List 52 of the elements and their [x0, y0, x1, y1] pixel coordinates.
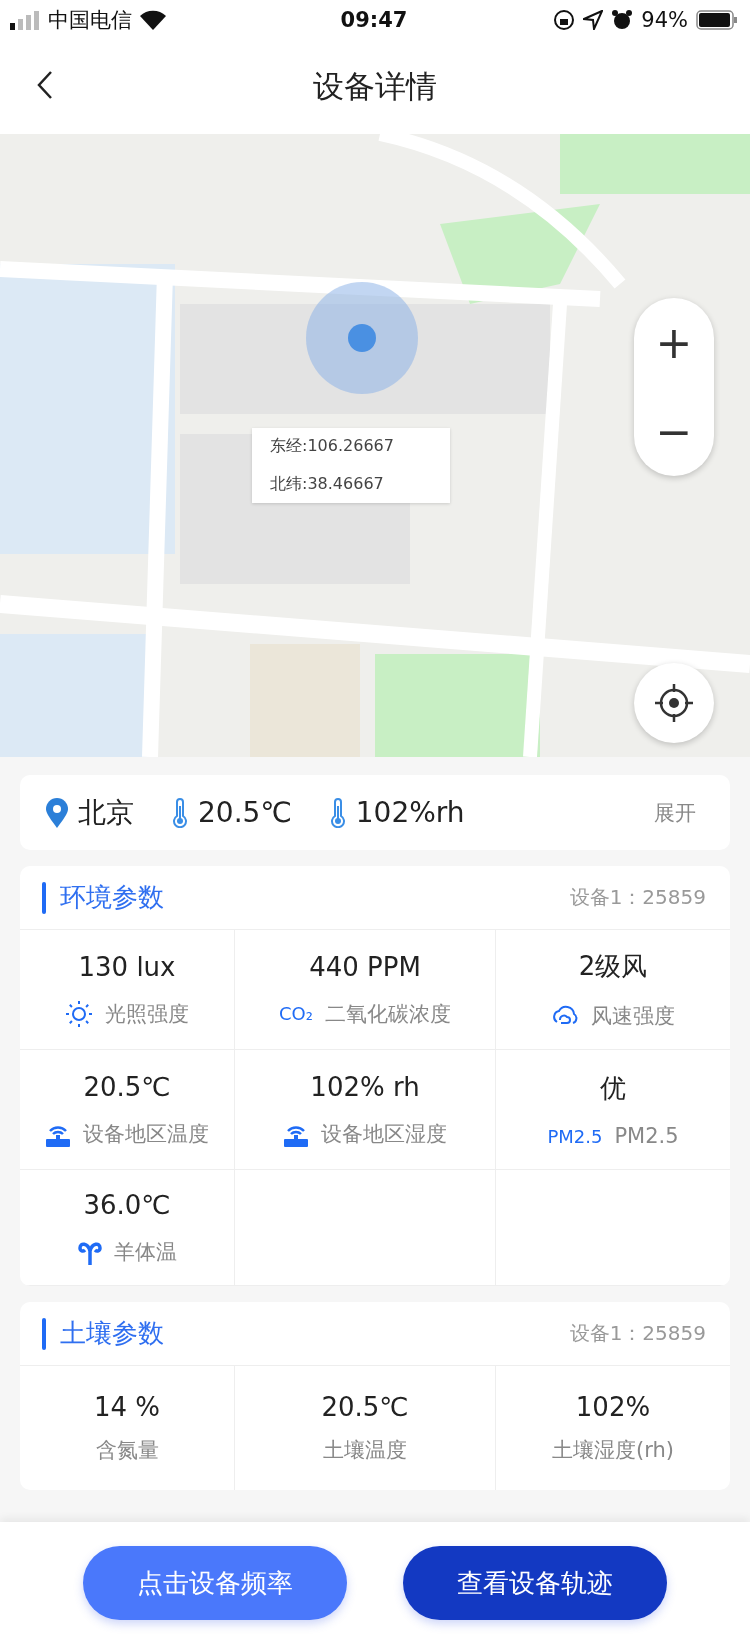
metric-label: 设备地区湿度: [321, 1120, 447, 1148]
alarm-icon: [611, 9, 634, 31]
zoom-in-button[interactable]: +: [634, 298, 714, 387]
crosshair-icon: [652, 681, 696, 725]
metric-value: 102%: [575, 1392, 651, 1422]
zoom-out-button[interactable]: −: [634, 387, 714, 476]
metric-value: 20.5℃: [321, 1392, 409, 1422]
metric-value: 20.5℃: [83, 1071, 171, 1102]
signal-icon: [10, 10, 40, 30]
longitude-text: 东经:106.26667: [270, 436, 395, 457]
metric-label: 光照强度: [105, 1000, 189, 1028]
device-id: 设备1：25859: [569, 1320, 706, 1347]
battery-icon: [696, 10, 738, 30]
metric-value: 14 %: [93, 1392, 161, 1422]
action-button[interactable]: 查看设备轨迹: [403, 1546, 667, 1620]
temperature-text: 20.5℃: [198, 796, 292, 829]
metric-label: 土壤温度: [323, 1437, 407, 1464]
metric-value: 130 lux: [78, 951, 176, 982]
metric-label: 羊体温: [113, 1238, 177, 1266]
carrier-name: 中国电信: [48, 7, 132, 34]
metric-symbol: PM2.5: [547, 1125, 603, 1147]
rotation-lock-icon: [553, 9, 576, 31]
back-chevron-icon: [37, 69, 53, 100]
location-arrow-icon: [583, 10, 604, 30]
latitude-text: 北纬:38.46667: [270, 474, 385, 495]
metric-value: 优: [600, 1072, 626, 1105]
humidity-text: 102%rh: [355, 796, 465, 829]
section-title: 环境参数: [60, 881, 164, 914]
sun-icon: [65, 999, 93, 1028]
metric-symbol: CO₂: [279, 1003, 313, 1024]
metric-value: 36.0℃: [83, 1189, 171, 1220]
metric-value: 2级风: [578, 950, 648, 983]
thermometer-icon: [172, 797, 188, 828]
page-title: 设备详情: [313, 67, 437, 106]
metric-label: 风速强度: [591, 1003, 675, 1030]
metric-value: 102% rh: [310, 1071, 420, 1102]
location-pin-icon: [46, 797, 68, 828]
metric-label: 土壤湿度(rh): [552, 1437, 674, 1464]
metric-label: 二氧化碳浓度: [324, 1000, 451, 1028]
wifi-icon: [140, 10, 166, 30]
device-id: 设备1：25859: [569, 884, 706, 911]
expand-button[interactable]: 展开: [648, 797, 702, 828]
metric-value: 440 PPM: [309, 951, 421, 982]
action-button[interactable]: 点击设备频率: [83, 1546, 347, 1620]
metric-label: 设备地区温度: [83, 1120, 209, 1148]
city-text: 北京: [78, 794, 134, 831]
metric-label: PM2.5: [614, 1124, 679, 1148]
battery-percent: 94%: [641, 8, 688, 32]
status-time: 09:47: [340, 8, 408, 32]
metric-label: 含氮量: [95, 1437, 159, 1464]
section-title: 土壤参数: [60, 1317, 164, 1350]
thermometer-icon: [329, 797, 346, 828]
